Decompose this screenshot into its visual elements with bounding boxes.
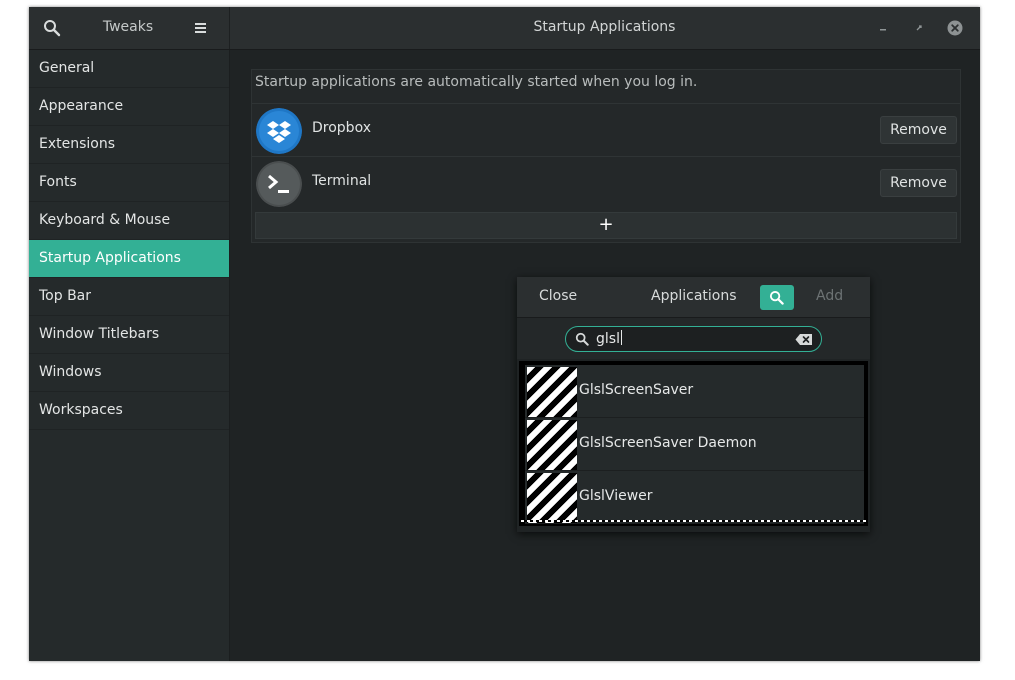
panel-description: Startup applications are automatically s… bbox=[255, 74, 698, 90]
header-bar: Tweaks Startup Applications bbox=[29, 7, 980, 50]
sidebar-item-label: Keyboard & Mouse bbox=[39, 212, 171, 228]
sidebar-item-fonts[interactable]: Fonts bbox=[29, 164, 229, 202]
sidebar-header-title: Tweaks bbox=[102, 19, 154, 35]
sidebar-item-general[interactable]: General bbox=[29, 50, 229, 88]
application-name: GlslScreenSaver bbox=[579, 382, 694, 398]
remove-button[interactable]: Remove bbox=[880, 169, 957, 197]
sidebar-item-window-titlebars[interactable]: Window Titlebars bbox=[29, 316, 229, 354]
hamburger-menu-icon[interactable] bbox=[193, 20, 209, 36]
main-content: Startup applications are automatically s… bbox=[230, 50, 980, 661]
dialog-title: Applications bbox=[651, 288, 737, 304]
sidebar-item-keyboard-mouse[interactable]: Keyboard & Mouse bbox=[29, 202, 229, 240]
search-toggle-button[interactable] bbox=[760, 285, 794, 310]
sidebar-item-startup-applications[interactable]: Startup Applications bbox=[29, 240, 229, 278]
startup-app-name: Dropbox bbox=[312, 120, 371, 136]
clear-search-icon[interactable] bbox=[795, 333, 813, 346]
sidebar-item-label: Windows bbox=[39, 364, 102, 380]
sidebar-item-label: Window Titlebars bbox=[39, 326, 160, 342]
missing-image-icon bbox=[527, 473, 577, 523]
sidebar-item-label: Workspaces bbox=[39, 402, 123, 418]
list-divider bbox=[521, 520, 866, 522]
application-name: GlslViewer bbox=[579, 488, 653, 504]
remove-button[interactable]: Remove bbox=[880, 116, 957, 144]
startup-app-row: Dropbox Remove bbox=[252, 103, 960, 156]
sidebar-item-top-bar[interactable]: Top Bar bbox=[29, 278, 229, 316]
sidebar: General Appearance Extensions Fonts Keyb… bbox=[29, 50, 230, 661]
maximize-icon[interactable] bbox=[911, 20, 927, 36]
sidebar-item-label: General bbox=[39, 60, 95, 76]
application-name: GlslScreenSaver Daemon bbox=[579, 435, 757, 451]
add-startup-app-button[interactable]: + bbox=[255, 212, 957, 239]
minimize-icon[interactable] bbox=[875, 20, 891, 36]
terminal-icon bbox=[256, 161, 302, 207]
search-bar: glsl bbox=[517, 318, 870, 359]
window-title: Startup Applications bbox=[533, 19, 676, 35]
sidebar-item-appearance[interactable]: Appearance bbox=[29, 88, 229, 126]
list-item[interactable]: GlslScreenSaver Daemon bbox=[525, 418, 864, 471]
sidebar-item-label: Startup Applications bbox=[39, 250, 181, 266]
add-button[interactable]: Add bbox=[816, 288, 843, 304]
missing-image-icon bbox=[527, 420, 577, 470]
search-query: glsl bbox=[596, 331, 620, 347]
search-icon bbox=[769, 290, 784, 305]
sidebar-item-label: Fonts bbox=[39, 174, 77, 190]
startup-apps-panel: Startup applications are automatically s… bbox=[251, 69, 961, 243]
sidebar-item-label: Appearance bbox=[39, 98, 124, 114]
sidebar-item-workspaces[interactable]: Workspaces bbox=[29, 392, 229, 430]
sidebar-item-windows[interactable]: Windows bbox=[29, 354, 229, 392]
applications-dialog: Close Applications Add glsl GlslScreenSa… bbox=[517, 277, 870, 532]
search-icon[interactable] bbox=[43, 19, 61, 37]
list-item[interactable]: GlslViewer bbox=[525, 471, 864, 524]
dropbox-icon bbox=[256, 108, 302, 154]
search-input[interactable]: glsl bbox=[565, 326, 822, 352]
dialog-header: Close Applications Add bbox=[517, 277, 870, 318]
search-icon bbox=[575, 332, 589, 346]
sidebar-item-extensions[interactable]: Extensions bbox=[29, 126, 229, 164]
close-window-icon[interactable] bbox=[947, 20, 963, 36]
sidebar-item-label: Extensions bbox=[39, 136, 116, 152]
list-item[interactable]: GlslScreenSaver bbox=[525, 365, 864, 418]
tweaks-window: Tweaks Startup Applications General Appe… bbox=[29, 7, 980, 661]
startup-app-name: Terminal bbox=[312, 173, 372, 189]
sidebar-item-label: Top Bar bbox=[39, 288, 92, 304]
close-button[interactable]: Close bbox=[539, 288, 577, 304]
sidebar-header: Tweaks bbox=[29, 7, 230, 49]
missing-image-icon bbox=[527, 367, 577, 417]
application-results-list: GlslScreenSaver GlslScreenSaver Daemon G… bbox=[519, 361, 868, 526]
startup-app-row: Terminal Remove bbox=[252, 156, 960, 209]
